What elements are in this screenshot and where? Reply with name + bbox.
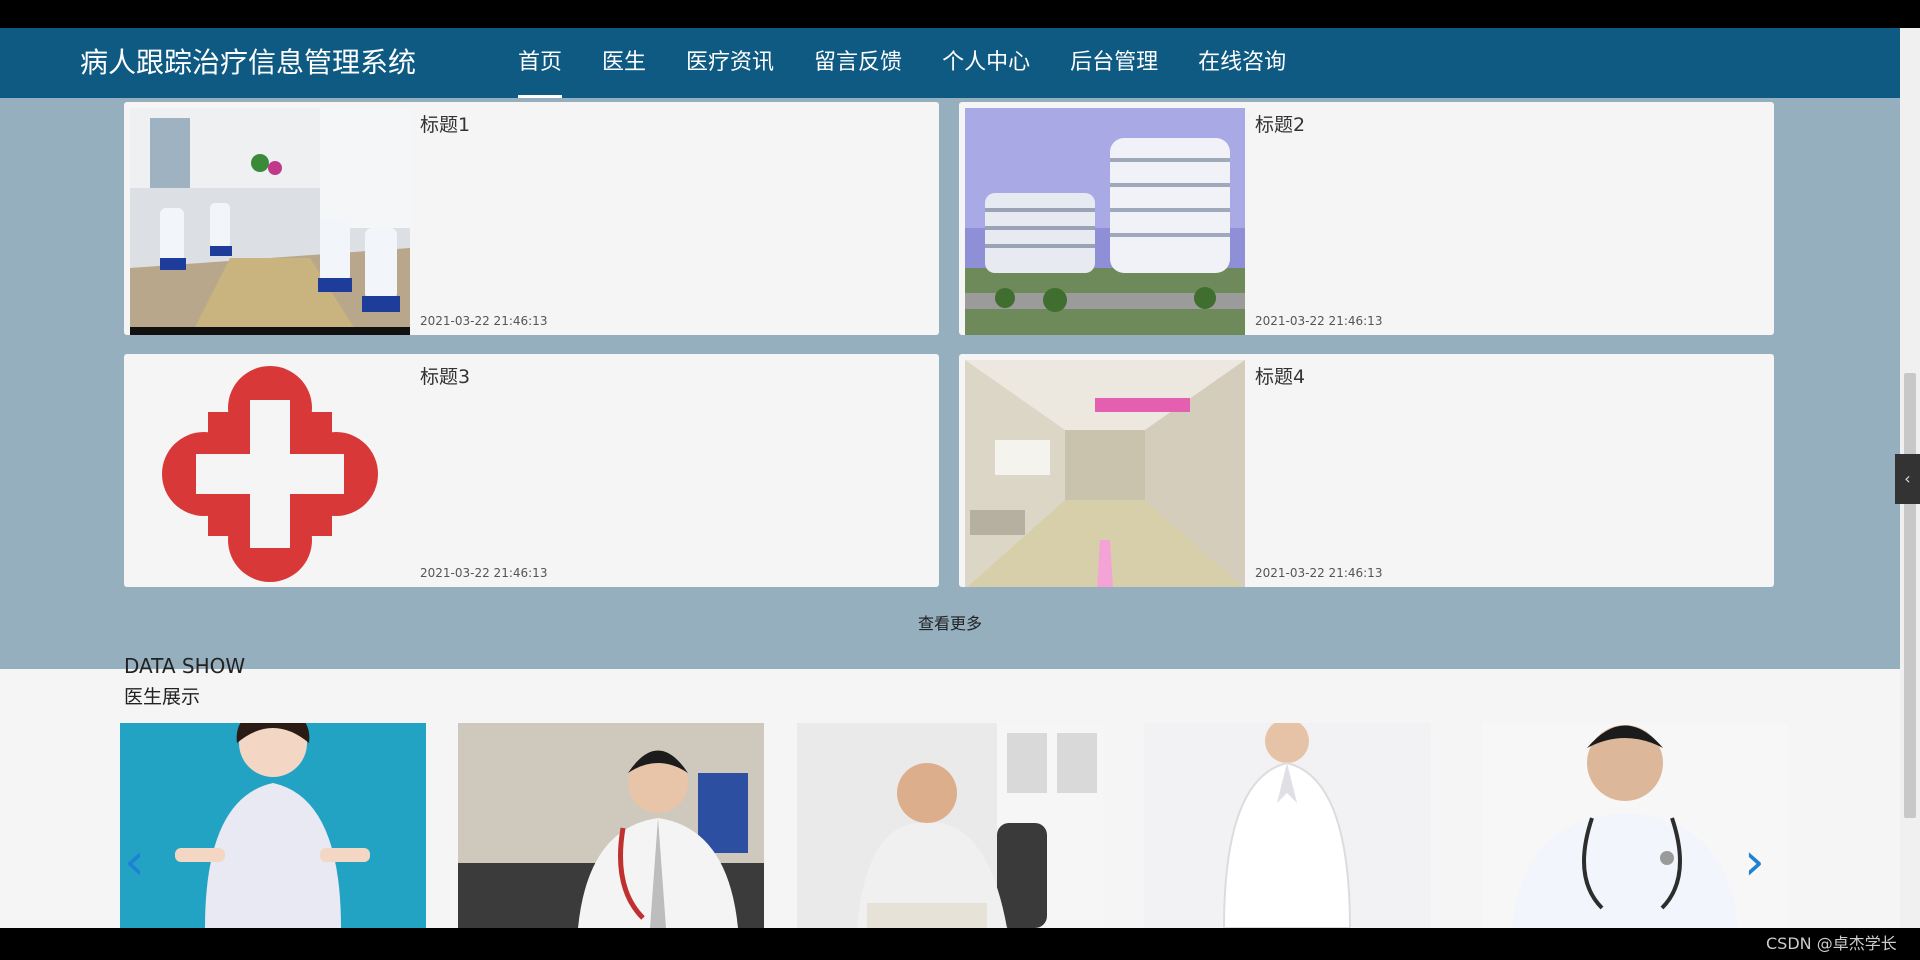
news-image-infusion-room (130, 108, 410, 335)
section-title-en: DATA SHOW (124, 654, 246, 678)
nav-item-admin[interactable]: 后台管理 (1050, 28, 1178, 98)
doctor-card-3[interactable] (797, 723, 1103, 928)
news-date: 2021-03-22 21:46:13 (420, 314, 548, 328)
nav-item-consult[interactable]: 在线咨询 (1178, 28, 1306, 98)
news-date: 2021-03-22 21:46:13 (420, 566, 548, 580)
doctor-card-5[interactable] (1482, 723, 1788, 928)
chevron-left-icon[interactable]: ‹ (124, 836, 145, 888)
news-date: 2021-03-22 21:46:13 (1255, 566, 1383, 580)
news-title: 标题2 (1255, 114, 1306, 136)
chevron-right-icon[interactable]: › (1744, 836, 1765, 888)
nav-item-home[interactable]: 首页 (498, 28, 582, 98)
news-title: 标题4 (1255, 366, 1306, 388)
news-card-2[interactable]: 标题2 2021-03-22 21:46:13 (959, 102, 1774, 335)
news-card-1[interactable]: 标题1 2021-03-22 21:46:13 (124, 102, 939, 335)
app-title: 病人跟踪治疗信息管理系统 (80, 46, 417, 79)
news-title: 标题1 (420, 114, 471, 136)
main-nav: 首页 医生 医疗资讯 留言反馈 个人中心 后台管理 在线咨询 (498, 28, 1306, 98)
news-card-4[interactable]: 标题4 2021-03-22 21:46:13 (959, 354, 1774, 587)
nav-item-profile[interactable]: 个人中心 (922, 28, 1050, 98)
browser-top-strip (0, 0, 1920, 28)
news-image-hospital-building (965, 108, 1245, 335)
nav-item-news[interactable]: 医疗资讯 (666, 28, 794, 98)
news-date: 2021-03-22 21:46:13 (1255, 314, 1383, 328)
news-title: 标题3 (420, 366, 471, 388)
news-card-3[interactable]: 标题3 2021-03-22 21:46:13 (124, 354, 939, 587)
page-viewport: 标题1 2021-03-22 21:46:13 标题2 2021-03-22 2… (0, 28, 1900, 928)
doctor-card-1[interactable] (120, 723, 426, 928)
section-title-cn: 医生展示 (124, 686, 201, 708)
nav-item-feedback[interactable]: 留言反馈 (794, 28, 922, 98)
view-more-link[interactable]: 查看更多 (0, 610, 1900, 634)
doctor-card-2[interactable] (458, 723, 764, 928)
top-navbar: 病人跟踪治疗信息管理系统 首页 医生 医疗资讯 留言反馈 个人中心 后台管理 在… (0, 28, 1900, 98)
nav-item-doctor[interactable]: 医生 (582, 28, 666, 98)
news-section: 标题1 2021-03-22 21:46:13 标题2 2021-03-22 2… (0, 98, 1900, 669)
red-cross-icon (130, 360, 410, 587)
watermark: CSDN @卓杰学长 (1766, 934, 1897, 953)
chevron-left-icon[interactable]: ‹ (1895, 454, 1920, 504)
doctor-card-4[interactable] (1144, 723, 1431, 928)
news-image-hospital-corridor (965, 360, 1245, 587)
scrollbar-thumb[interactable] (1904, 373, 1916, 818)
